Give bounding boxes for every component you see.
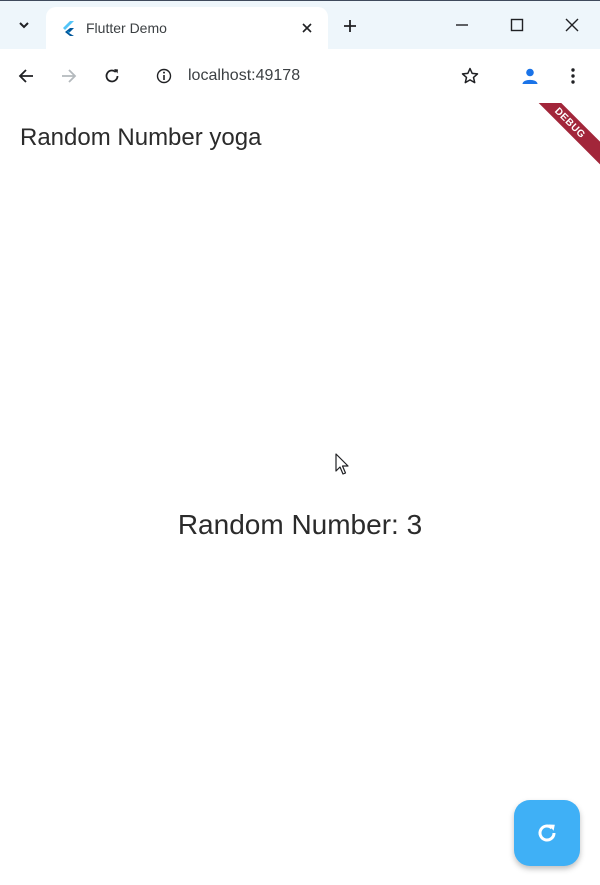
- new-tab-button[interactable]: [337, 13, 363, 39]
- browser-toolbar: localhost:49178: [0, 49, 600, 103]
- info-icon: [156, 68, 172, 84]
- tab-strip: Flutter Demo: [0, 1, 600, 49]
- browser-menu-button[interactable]: [557, 60, 589, 92]
- minimize-icon: [456, 24, 468, 26]
- maximize-button[interactable]: [499, 7, 535, 43]
- reload-icon: [105, 69, 119, 83]
- url-text[interactable]: localhost:49178: [188, 67, 300, 85]
- chevron-down-icon: [19, 22, 29, 29]
- browser-window: Flutter Demo localhost:49178 Random Numb…: [0, 0, 600, 885]
- tab-flutter-demo[interactable]: Flutter Demo: [46, 7, 328, 49]
- close-window-button[interactable]: [554, 7, 590, 43]
- forward-button[interactable]: [53, 60, 85, 92]
- app-bar-title: Random Number yoga: [20, 124, 262, 151]
- debug-banner: DEBUG: [521, 103, 600, 172]
- arrow-right-icon: [62, 69, 77, 83]
- plus-icon: [344, 20, 356, 32]
- refresh-fab-button[interactable]: [514, 800, 580, 866]
- reload-button[interactable]: [96, 60, 128, 92]
- flutter-app: Random Number yoga DEBUG Random Number: …: [0, 103, 600, 885]
- person-icon: [522, 68, 538, 84]
- refresh-icon: [538, 824, 556, 842]
- arrow-left-icon: [18, 69, 33, 83]
- profile-button[interactable]: [514, 60, 546, 92]
- tab-search-button[interactable]: [6, 7, 42, 43]
- close-icon: [565, 18, 579, 32]
- star-icon: [461, 67, 479, 84]
- flutter-logo-icon: [60, 20, 76, 36]
- random-number-text: Random Number: 3: [177, 509, 423, 540]
- minimize-button[interactable]: [444, 7, 480, 43]
- back-button[interactable]: [10, 60, 42, 92]
- tab-title: Flutter Demo: [86, 20, 167, 36]
- tab-close-button[interactable]: [296, 17, 318, 39]
- bookmark-button[interactable]: [454, 60, 486, 92]
- address-bar[interactable]: localhost:49178: [146, 58, 496, 94]
- close-icon: [302, 23, 312, 33]
- kebab-menu-icon: [571, 68, 575, 84]
- site-info-button[interactable]: [146, 58, 182, 94]
- maximize-icon: [510, 18, 524, 32]
- mouse-cursor-icon: [335, 453, 349, 475]
